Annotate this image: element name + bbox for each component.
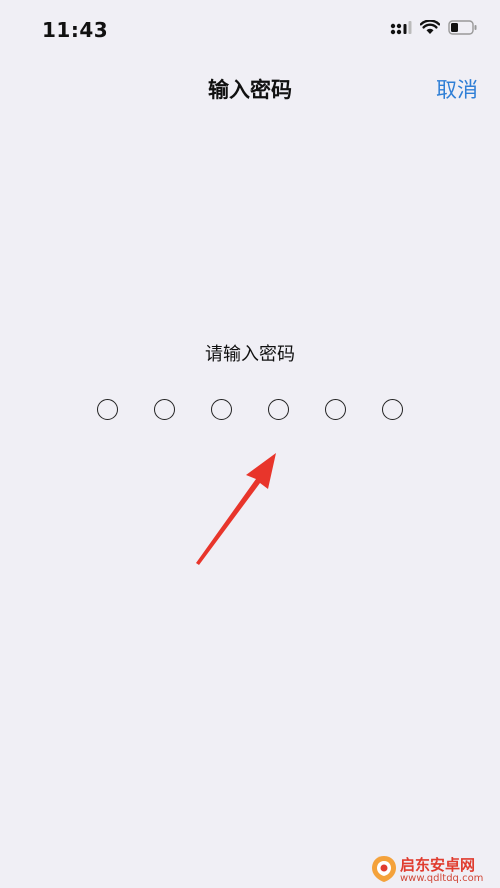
wifi-icon	[419, 19, 441, 39]
navigation-bar: 输入密码 取消	[0, 60, 500, 116]
watermark-url: www.qdltdq.com	[400, 873, 484, 884]
passcode-dot	[268, 399, 289, 420]
cancel-button[interactable]: 取消	[436, 74, 478, 104]
status-time: 11:43	[42, 18, 109, 42]
page-title: 输入密码	[208, 78, 292, 102]
passcode-dot	[97, 399, 118, 420]
status-icons	[390, 19, 478, 39]
status-bar: 11:43	[0, 0, 500, 60]
watermark: 启东安卓网 www.qdltdq.com	[370, 852, 498, 886]
passcode-dots[interactable]	[97, 399, 403, 425]
battery-icon	[448, 20, 478, 39]
watermark-brand: 启东安卓网	[400, 856, 476, 874]
passcode-dot	[211, 399, 232, 420]
watermark-logo-icon	[372, 856, 396, 882]
passcode-dot	[382, 399, 403, 420]
passcode-dot	[325, 399, 346, 420]
passcode-prompt: 请输入密码	[205, 344, 295, 365]
cellular-signal-icon	[390, 20, 412, 39]
annotation-arrow	[196, 453, 276, 565]
passcode-dot	[154, 399, 175, 420]
